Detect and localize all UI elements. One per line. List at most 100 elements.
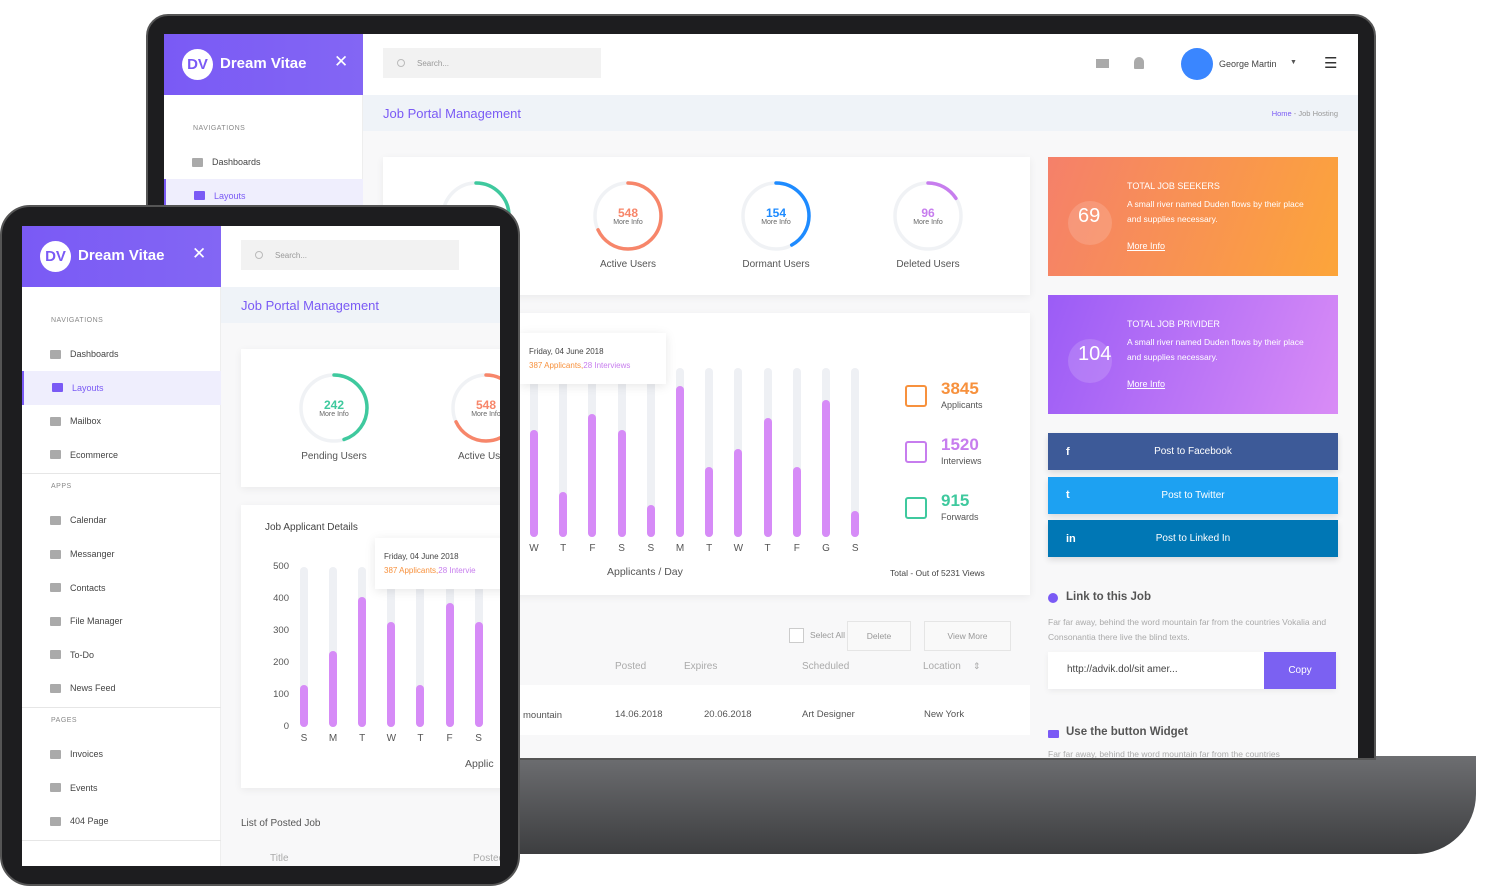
- bell-icon[interactable]: [1134, 57, 1144, 69]
- sidebar-item-dashboards[interactable]: Dashboards: [22, 337, 221, 371]
- menu-icon[interactable]: ☰: [1324, 54, 1337, 72]
- bar[interactable]: [474, 622, 483, 727]
- sidebar-item-layouts[interactable]: Layouts: [22, 370, 221, 405]
- column-posted[interactable]: Posted: [473, 853, 500, 864]
- tooltip-applicants: 387 Applicants,: [529, 361, 584, 370]
- bar[interactable]: [559, 492, 568, 537]
- bar[interactable]: [300, 685, 308, 727]
- sidebar-item-events[interactable]: Events: [22, 771, 221, 805]
- sidebar-item-file-manager[interactable]: File Manager: [22, 604, 221, 638]
- bar[interactable]: [617, 430, 626, 537]
- bar[interactable]: [792, 467, 801, 537]
- tools-icon[interactable]: ✕: [334, 52, 348, 72]
- gauge-more-info[interactable]: More Info: [294, 411, 374, 418]
- x-axis-label: Applicants / Day: [607, 566, 683, 578]
- sidebar-item-label: Mailbox: [70, 416, 102, 427]
- copy-button[interactable]: Copy: [1264, 652, 1336, 689]
- breadcrumb-home[interactable]: Home: [1272, 109, 1292, 118]
- bar[interactable]: [851, 511, 860, 537]
- facebook-icon: f: [1066, 445, 1070, 458]
- chevron-down-icon[interactable]: ▼: [1290, 59, 1297, 66]
- x-tick-label: S: [851, 543, 859, 554]
- x-tick-label: F: [793, 543, 800, 554]
- view-more-button[interactable]: View More: [924, 621, 1011, 651]
- column-location[interactable]: Location: [923, 661, 961, 672]
- gauge-label: Pending Users: [301, 451, 367, 462]
- sidebar-item-messanger[interactable]: Messanger: [22, 537, 221, 571]
- gauge-more-info[interactable]: More Info: [736, 219, 816, 226]
- grid-icon: [50, 349, 61, 359]
- gauge-more-info[interactable]: More Info: [588, 219, 668, 226]
- bar[interactable]: [387, 622, 396, 727]
- sidebar-item-ecommerce[interactable]: Ecommerce: [22, 438, 221, 472]
- table-cell: 20.06.2018: [704, 709, 752, 720]
- stat-value: 1520: [941, 435, 979, 454]
- column-title[interactable]: Title: [270, 853, 289, 864]
- cart-icon: [50, 450, 61, 460]
- post-to-linkedin-button[interactable]: in Post to Linked In: [1048, 520, 1338, 557]
- topbar: Search... George Martin ▼ ☰: [363, 34, 1358, 95]
- sidebar-item-invoices[interactable]: Invoices: [22, 737, 221, 771]
- bar[interactable]: [416, 685, 425, 727]
- chart-title: Job Applicant Details: [265, 522, 358, 533]
- more-info-link[interactable]: More Info: [1127, 379, 1165, 389]
- gauge-value[interactable]: 242: [294, 398, 374, 412]
- post-to-twitter-button[interactable]: t Post to Twitter: [1048, 476, 1338, 514]
- more-info-link[interactable]: More Info: [1127, 241, 1165, 251]
- sort-icon[interactable]: ⇕: [973, 661, 981, 672]
- x-tick-label: W: [386, 733, 397, 744]
- tools-icon[interactable]: ✕: [192, 244, 206, 264]
- chat-icon: [50, 549, 61, 559]
- gauge-value[interactable]: 548: [446, 398, 500, 412]
- y-tick-label: 100: [273, 689, 289, 700]
- bar[interactable]: [358, 597, 367, 727]
- sidebar-item-to-do[interactable]: To-Do: [22, 638, 221, 672]
- bar[interactable]: [705, 467, 714, 537]
- x-tick-label: F: [446, 733, 453, 744]
- gauge-value[interactable]: 154: [736, 206, 816, 220]
- sidebar-item-404-page[interactable]: 404 Page: [22, 804, 221, 838]
- sidebar-item-contacts[interactable]: Contacts: [22, 571, 221, 605]
- sidebar-item-mailbox[interactable]: Mailbox: [22, 404, 221, 438]
- bar[interactable]: [763, 418, 772, 537]
- select-all-checkbox[interactable]: [789, 628, 804, 643]
- sidebar-item-dashboards[interactable]: Dashboards: [164, 145, 363, 179]
- events-icon: [50, 783, 61, 793]
- bar[interactable]: [734, 449, 743, 537]
- bar[interactable]: [822, 399, 830, 537]
- search-input[interactable]: Search...: [241, 240, 459, 270]
- stat-label: Forwards: [941, 512, 979, 522]
- user-name[interactable]: George Martin: [1219, 59, 1277, 69]
- bar[interactable]: [646, 505, 655, 537]
- job-link-input[interactable]: http://advik.dol/sit amer... Copy: [1048, 652, 1336, 689]
- gauge-more-info[interactable]: More Info: [446, 411, 500, 418]
- x-tick-label: S: [300, 733, 308, 744]
- bar[interactable]: [445, 603, 454, 727]
- brand-name: Dream Vitae: [220, 55, 307, 72]
- gauge-value[interactable]: 548: [588, 206, 668, 220]
- gauge-value[interactable]: 96: [888, 206, 968, 220]
- sidebar-section-title: PAGES: [51, 717, 78, 724]
- bar[interactable]: [676, 386, 684, 537]
- delete-button[interactable]: Delete: [847, 621, 911, 651]
- gauge-more-info[interactable]: More Info: [888, 219, 968, 226]
- search-input[interactable]: Search...: [383, 48, 601, 78]
- x-tick-label: T: [706, 543, 713, 554]
- info-card-text: A small river named Duden flows by their…: [1127, 199, 1304, 224]
- sidebar-section-title: NAVIGATIONS: [193, 125, 246, 132]
- sidebar-header: DV Dream Vitae ✕: [164, 34, 363, 95]
- column-scheduled[interactable]: Scheduled: [802, 661, 849, 672]
- chart-tooltip: Friday, 04 June 2018 387 Applicants,28 In…: [520, 333, 666, 384]
- mail-icon[interactable]: [1096, 59, 1109, 68]
- column-expires[interactable]: Expires: [684, 661, 717, 672]
- bar[interactable]: [588, 413, 597, 537]
- sidebar-item-calendar[interactable]: Calendar: [22, 503, 221, 537]
- bar[interactable]: [530, 430, 538, 537]
- bar[interactable]: [329, 651, 338, 727]
- avatar[interactable]: [1181, 48, 1213, 80]
- stat-value: 3845: [941, 379, 979, 398]
- column-posted[interactable]: Posted: [615, 661, 646, 672]
- post-to-facebook-button[interactable]: f Post to Facebook: [1048, 433, 1338, 470]
- page-header: Job Portal Management Home - Job Hosting: [363, 95, 1358, 131]
- sidebar-item-news-feed[interactable]: News Feed: [22, 671, 221, 705]
